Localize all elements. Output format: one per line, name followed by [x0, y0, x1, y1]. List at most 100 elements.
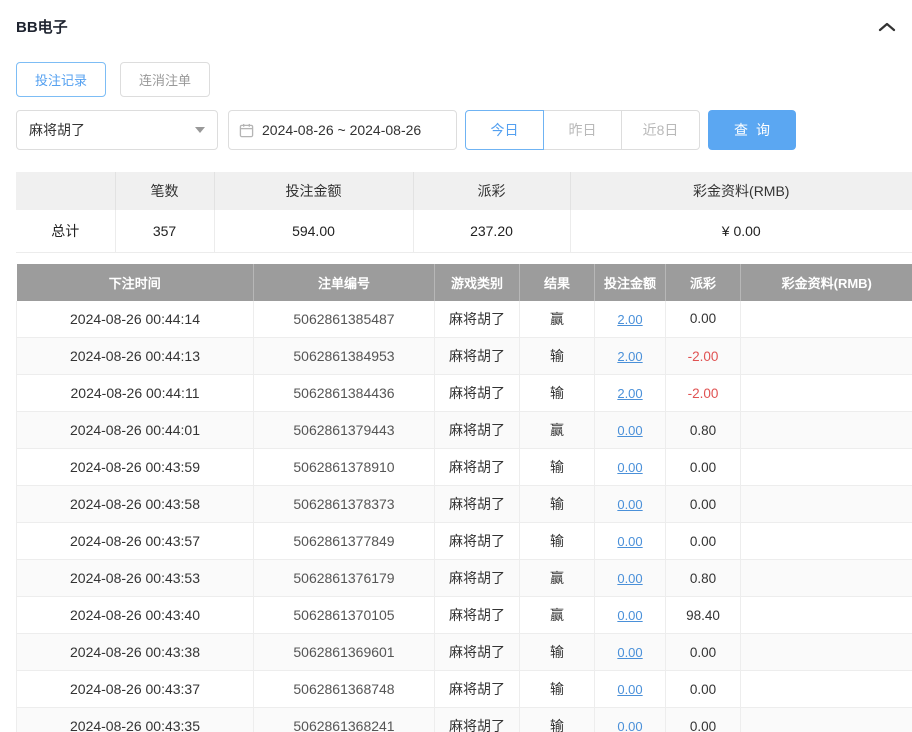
bets-header-order-id: 注单编号: [254, 264, 435, 301]
bets-header-jackpot: 彩金资料(RMB): [741, 264, 912, 301]
bet-amount-link[interactable]: 0.00: [617, 645, 642, 660]
bets-table: 下注时间 注单编号 游戏类别 结果 投注金额 派彩 彩金资料(RMB) 2024…: [16, 264, 912, 732]
payout-value: 0.00: [666, 523, 741, 560]
table-row: 2024-08-26 00:43:59 5062861378910 麻将胡了 输…: [17, 449, 912, 486]
bet-time: 2024-08-26 00:43:57: [17, 523, 254, 560]
bet-amount-link[interactable]: 2.00: [617, 312, 642, 327]
bets-header-result: 结果: [520, 264, 595, 301]
betting-records-panel: BB电子 投注记录 连消注单 麻将胡了 2024-08-26 ~ 2024-08…: [0, 0, 912, 732]
game-type: 麻将胡了: [435, 449, 520, 486]
bet-result: 输: [520, 338, 595, 375]
summary-total-count: 357: [115, 210, 214, 252]
table-row: 2024-08-26 00:43:38 5062861369601 麻将胡了 输…: [17, 634, 912, 671]
payout-value: 0.00: [666, 634, 741, 671]
order-id: 5062861385487: [254, 301, 435, 338]
quick-filter-yesterday[interactable]: 昨日: [543, 110, 622, 150]
order-id: 5062861378373: [254, 486, 435, 523]
game-type: 麻将胡了: [435, 560, 520, 597]
jackpot-value: [741, 412, 912, 449]
payout-value: 0.00: [666, 708, 741, 732]
panel-header: BB电子: [16, 16, 912, 37]
quick-filter-today[interactable]: 今日: [465, 110, 544, 150]
table-row: 2024-08-26 00:44:01 5062861379443 麻将胡了 赢…: [17, 412, 912, 449]
payout-value: 0.00: [666, 449, 741, 486]
bet-time: 2024-08-26 00:44:01: [17, 412, 254, 449]
game-type: 麻将胡了: [435, 338, 520, 375]
game-type: 麻将胡了: [435, 486, 520, 523]
payout-value: 0.00: [666, 301, 741, 338]
bet-time: 2024-08-26 00:44:13: [17, 338, 254, 375]
bet-amount-link[interactable]: 0.00: [617, 460, 642, 475]
bet-result: 输: [520, 708, 595, 732]
quick-filter-group: 今日 昨日 近8日: [465, 110, 700, 150]
payout-value: -2.00: [666, 375, 741, 412]
bets-header-time: 下注时间: [17, 264, 254, 301]
jackpot-value: [741, 560, 912, 597]
game-type: 麻将胡了: [435, 708, 520, 732]
bet-amount-link[interactable]: 0.00: [617, 719, 642, 732]
jackpot-value: [741, 375, 912, 412]
order-id: 5062861377849: [254, 523, 435, 560]
bet-result: 赢: [520, 301, 595, 338]
collapse-chevron-up-icon[interactable]: [878, 21, 896, 33]
bets-header-row: 下注时间 注单编号 游戏类别 结果 投注金额 派彩 彩金资料(RMB): [17, 264, 912, 301]
bet-result: 输: [520, 634, 595, 671]
table-row: 2024-08-26 00:43:35 5062861368241 麻将胡了 输…: [17, 708, 912, 732]
summary-total-label: 总计: [16, 210, 115, 252]
order-id: 5062861384953: [254, 338, 435, 375]
order-id: 5062861368748: [254, 671, 435, 708]
payout-value: 0.80: [666, 412, 741, 449]
game-type: 麻将胡了: [435, 634, 520, 671]
tab-bet-records[interactable]: 投注记录: [16, 62, 106, 97]
tab-cancelled-orders[interactable]: 连消注单: [120, 62, 210, 97]
bet-time: 2024-08-26 00:43:38: [17, 634, 254, 671]
bet-amount-link[interactable]: 2.00: [617, 349, 642, 364]
order-id: 5062861368241: [254, 708, 435, 732]
bet-amount-link[interactable]: 0.00: [617, 571, 642, 586]
bet-time: 2024-08-26 00:43:59: [17, 449, 254, 486]
bet-amount-link[interactable]: 0.00: [617, 497, 642, 512]
page-title: BB电子: [16, 16, 68, 37]
bet-amount-link[interactable]: 0.00: [617, 608, 642, 623]
game-select-value: 麻将胡了: [29, 120, 85, 140]
game-type: 麻将胡了: [435, 375, 520, 412]
summary-header-row: 笔数 投注金额 派彩 彩金资料(RMB): [16, 172, 912, 210]
jackpot-value: [741, 523, 912, 560]
bet-time: 2024-08-26 00:44:11: [17, 375, 254, 412]
game-type: 麻将胡了: [435, 412, 520, 449]
bet-amount-link[interactable]: 0.00: [617, 423, 642, 438]
payout-value: -2.00: [666, 338, 741, 375]
date-range-value: 2024-08-26 ~ 2024-08-26: [262, 122, 421, 138]
bets-header-game-type: 游戏类别: [435, 264, 520, 301]
bet-time: 2024-08-26 00:43:53: [17, 560, 254, 597]
jackpot-value: [741, 708, 912, 732]
game-type: 麻将胡了: [435, 301, 520, 338]
table-row: 2024-08-26 00:43:53 5062861376179 麻将胡了 赢…: [17, 560, 912, 597]
order-id: 5062861369601: [254, 634, 435, 671]
table-row: 2024-08-26 00:43:58 5062861378373 麻将胡了 输…: [17, 486, 912, 523]
table-row: 2024-08-26 00:44:14 5062861385487 麻将胡了 赢…: [17, 301, 912, 338]
tab-bar: 投注记录 连消注单: [16, 62, 912, 97]
table-row: 2024-08-26 00:43:40 5062861370105 麻将胡了 赢…: [17, 597, 912, 634]
bet-result: 输: [520, 375, 595, 412]
caret-down-icon: [195, 127, 205, 133]
bets-table-body: 2024-08-26 00:44:14 5062861385487 麻将胡了 赢…: [17, 301, 912, 732]
bet-amount-link[interactable]: 2.00: [617, 386, 642, 401]
summary-total-row: 总计 357 594.00 237.20 ¥ 0.00: [16, 210, 912, 252]
game-select[interactable]: 麻将胡了: [16, 110, 218, 150]
bet-amount-link[interactable]: 0.00: [617, 534, 642, 549]
summary-header-payout: 派彩: [413, 172, 570, 210]
game-type: 麻将胡了: [435, 597, 520, 634]
bet-time: 2024-08-26 00:43:40: [17, 597, 254, 634]
date-range-picker[interactable]: 2024-08-26 ~ 2024-08-26: [228, 110, 457, 150]
order-id: 5062861376179: [254, 560, 435, 597]
query-button[interactable]: 查询: [708, 110, 796, 150]
summary-header-empty: [16, 172, 115, 210]
table-row: 2024-08-26 00:43:37 5062861368748 麻将胡了 输…: [17, 671, 912, 708]
payout-value: 0.00: [666, 486, 741, 523]
quick-filter-last-8-days[interactable]: 近8日: [621, 110, 700, 150]
bet-amount-link[interactable]: 0.00: [617, 682, 642, 697]
order-id: 5062861370105: [254, 597, 435, 634]
order-id: 5062861378910: [254, 449, 435, 486]
bet-result: 赢: [520, 560, 595, 597]
